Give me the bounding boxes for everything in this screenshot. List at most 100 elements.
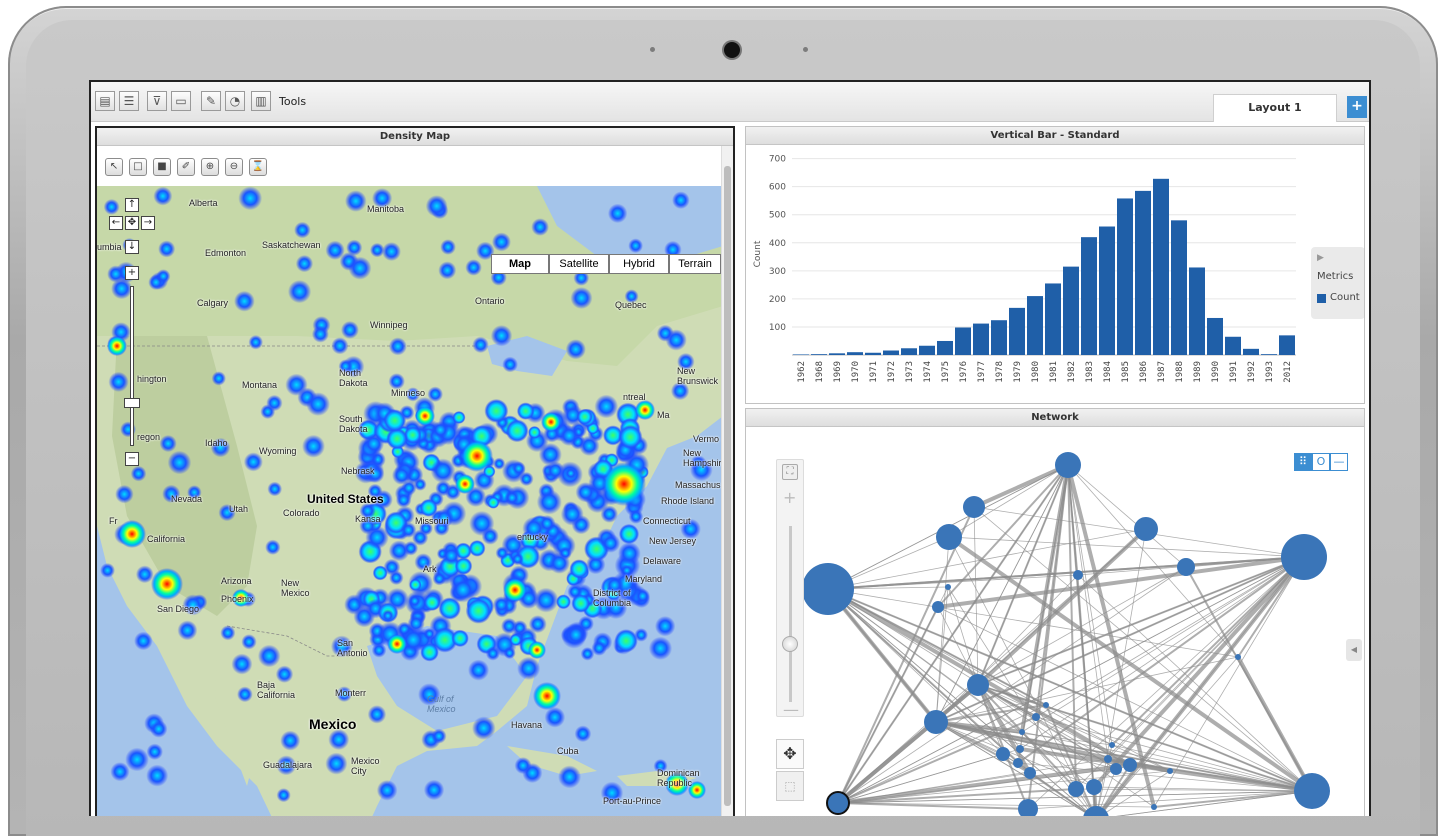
network-node[interactable] <box>1134 517 1158 541</box>
network-node[interactable] <box>1104 755 1112 763</box>
network-node[interactable] <box>932 601 944 613</box>
map-scrollbar[interactable] <box>721 146 733 816</box>
chart-settings-icon[interactable]: ◔ <box>225 91 245 111</box>
add-tab-button[interactable]: + <box>1347 96 1367 118</box>
chart-export-icon[interactable]: ▥ <box>251 91 271 111</box>
zoom-slider-handle[interactable] <box>782 636 798 652</box>
bar-1973[interactable] <box>901 348 917 355</box>
bar-1971[interactable] <box>865 352 881 355</box>
network-node[interactable] <box>826 791 850 815</box>
network-node[interactable] <box>945 584 951 590</box>
network-node[interactable] <box>967 674 989 696</box>
bar-1970[interactable] <box>847 352 863 355</box>
layout-grid-icon[interactable]: ⠿ <box>1294 453 1312 471</box>
layer-icon[interactable]: ■ <box>153 158 171 176</box>
network-node[interactable] <box>1235 654 1241 660</box>
bar-1974[interactable] <box>919 345 935 355</box>
network-node[interactable] <box>802 563 854 615</box>
legend-expand-icon[interactable]: ▶ <box>1317 253 1324 263</box>
bar-1980[interactable] <box>1027 296 1043 355</box>
network-node[interactable] <box>1110 763 1122 775</box>
bar-1990[interactable] <box>1207 317 1223 355</box>
pan-left-icon[interactable]: ← <box>109 216 123 230</box>
bar-1962[interactable] <box>793 354 809 355</box>
zoom-minus-icon[interactable]: − <box>125 452 139 466</box>
draw-icon[interactable]: ✐ <box>177 158 195 176</box>
window-icon[interactable]: ▭ <box>171 91 191 111</box>
list-icon[interactable]: ☰ <box>119 91 139 111</box>
bar-1975[interactable] <box>937 340 953 355</box>
network-node[interactable] <box>924 710 948 734</box>
filter-icon[interactable]: ⊽ <box>147 91 167 111</box>
zoom-out-icon[interactable]: — <box>783 700 799 719</box>
network-node[interactable] <box>1013 758 1023 768</box>
network-node[interactable] <box>1109 742 1115 748</box>
density-map[interactable]: Alberta Manitoba Saskatchewan Edmonton C… <box>97 186 723 816</box>
bar-1983[interactable] <box>1081 237 1097 355</box>
bar-1981[interactable] <box>1045 283 1061 355</box>
zoom-fit-icon[interactable]: ⛶ <box>782 464 798 480</box>
network-node[interactable] <box>1167 768 1173 774</box>
layout-line-icon[interactable]: — <box>1330 453 1348 471</box>
zoom-slider-track[interactable] <box>130 286 134 446</box>
map-type-terrain[interactable]: Terrain <box>669 254 721 274</box>
network-node[interactable] <box>1123 758 1137 772</box>
network-node[interactable] <box>1032 713 1040 721</box>
bar-1982[interactable] <box>1063 266 1079 355</box>
bar-2012[interactable] <box>1279 335 1295 355</box>
zoom-slider-track[interactable] <box>789 526 792 702</box>
network-node[interactable] <box>1043 702 1049 708</box>
network-node[interactable] <box>1086 779 1102 795</box>
bar-1988[interactable] <box>1171 220 1187 355</box>
pan-right-icon[interactable]: → <box>141 216 155 230</box>
select-icon[interactable]: ↖ <box>105 158 123 176</box>
bar-1969[interactable] <box>829 353 845 355</box>
network-node[interactable] <box>1281 534 1327 580</box>
bar-1992[interactable] <box>1243 348 1259 355</box>
tab-layout-1[interactable]: Layout 1 <box>1213 94 1337 122</box>
table-icon[interactable]: ▤ <box>95 91 115 111</box>
bar-1987[interactable] <box>1153 178 1169 355</box>
zoom-out-icon[interactable]: ⊖ <box>225 158 243 176</box>
network-node[interactable] <box>1018 799 1038 816</box>
map-type-hybrid[interactable]: Hybrid <box>609 254 669 274</box>
network-node[interactable] <box>936 524 962 550</box>
zoom-in-icon[interactable]: ⊕ <box>201 158 219 176</box>
map-type-satellite[interactable]: Satellite <box>549 254 609 274</box>
select-tool-icon[interactable]: ⬚ <box>776 771 804 801</box>
network-node[interactable] <box>1019 729 1025 735</box>
network-node[interactable] <box>1073 570 1083 580</box>
network-node[interactable] <box>963 496 985 518</box>
zoom-in-icon[interactable]: + <box>783 488 796 507</box>
network-node[interactable] <box>1151 804 1157 810</box>
zoom-plus-icon[interactable]: + <box>125 266 139 280</box>
edit-chart-icon[interactable]: ✎ <box>201 91 221 111</box>
bar-1986[interactable] <box>1135 190 1151 355</box>
bar-1979[interactable] <box>1009 307 1025 355</box>
zoom-slider-handle[interactable] <box>124 398 140 408</box>
network-node[interactable] <box>1016 745 1024 753</box>
chart-legend[interactable]: ▶ Metrics Count <box>1311 247 1364 319</box>
bar-1991[interactable] <box>1225 336 1241 355</box>
network-node[interactable] <box>996 747 1010 761</box>
pan-up-icon[interactable]: ↑ <box>125 198 139 212</box>
network-node[interactable] <box>1055 452 1081 478</box>
bar-1984[interactable] <box>1099 226 1115 355</box>
bar-1989[interactable] <box>1189 267 1205 355</box>
rectangle-icon[interactable]: □ <box>129 158 147 176</box>
layout-circle-icon[interactable]: O <box>1312 453 1330 471</box>
pan-tool-icon[interactable]: ✥ <box>776 739 804 769</box>
network-node[interactable] <box>1068 781 1084 797</box>
tools-label[interactable]: Tools <box>279 95 306 108</box>
collapse-sidebar-icon[interactable]: ◀ <box>1346 639 1362 661</box>
map-type-map[interactable]: Map <box>491 254 549 274</box>
pan-center-icon[interactable]: ✥ <box>125 216 139 230</box>
bar-1978[interactable] <box>991 320 1007 355</box>
network-node[interactable] <box>1294 773 1330 809</box>
bar-1985[interactable] <box>1117 198 1133 355</box>
bar-1976[interactable] <box>955 327 971 355</box>
bar-1968[interactable] <box>811 354 827 355</box>
bar-1972[interactable] <box>883 350 899 355</box>
network-node[interactable] <box>1024 767 1036 779</box>
network-graph[interactable] <box>746 427 1365 816</box>
